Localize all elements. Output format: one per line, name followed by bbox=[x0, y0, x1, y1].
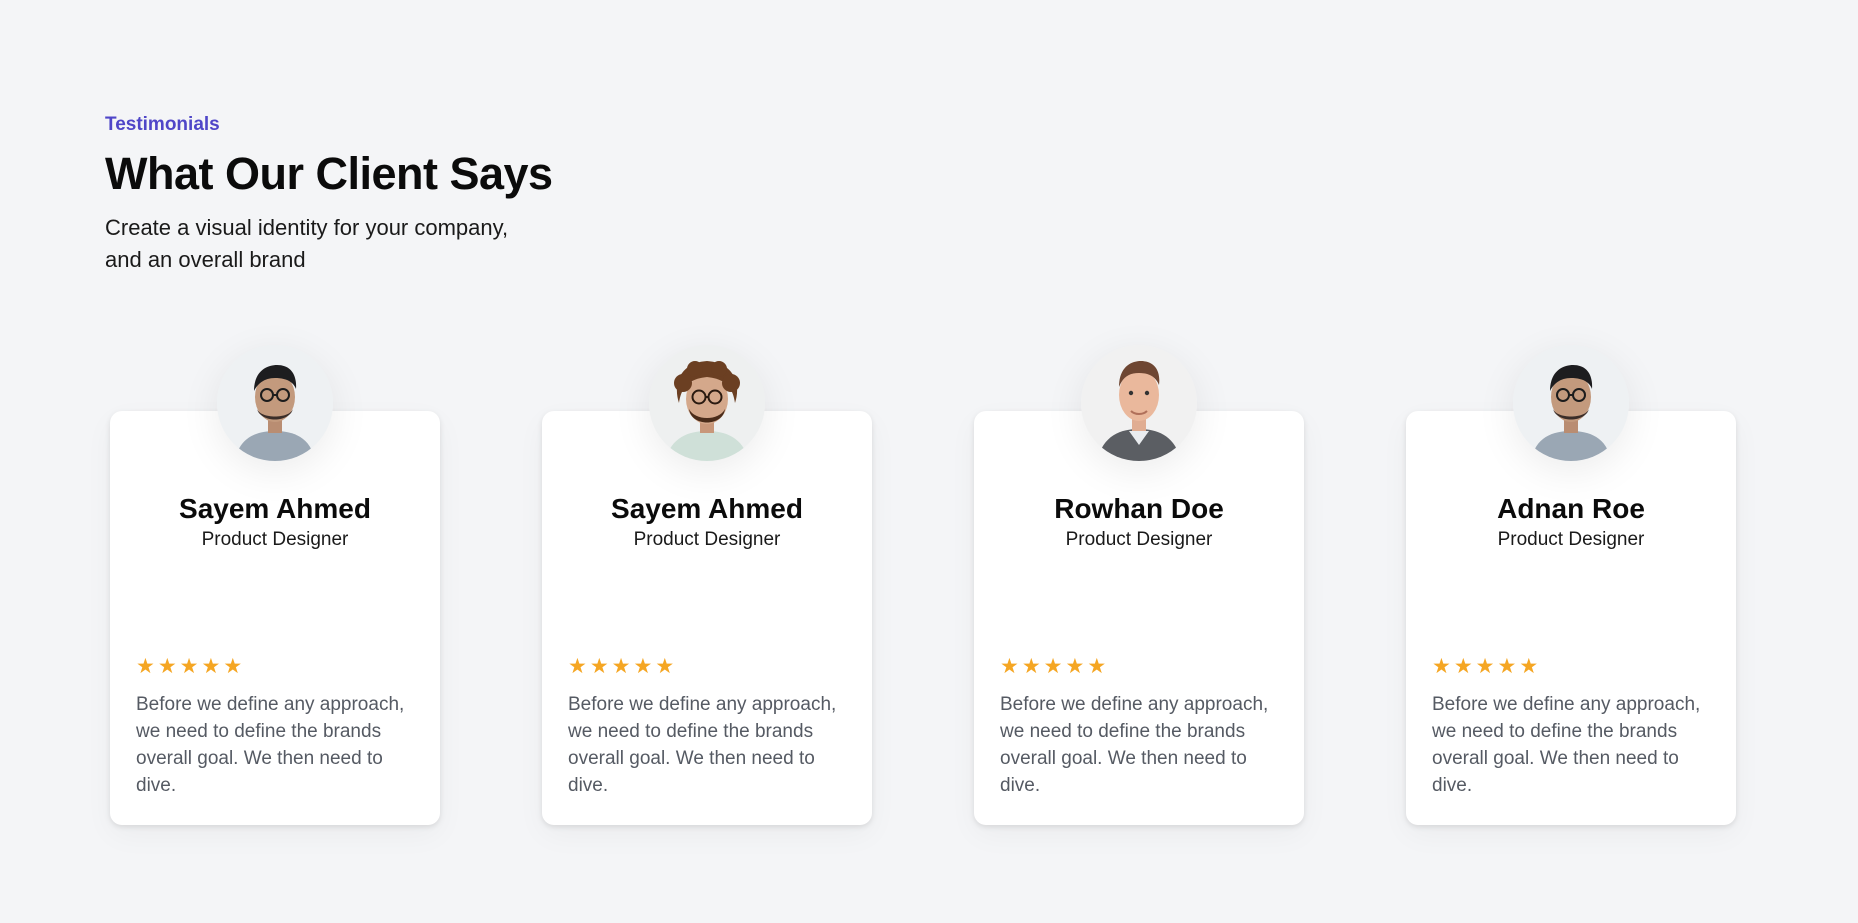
star-icon: ★ bbox=[1021, 655, 1041, 678]
testimonial-quote: Before we define any approach, we need t… bbox=[568, 694, 837, 796]
star-rating: ★ ★ ★ ★ ★ bbox=[568, 656, 674, 677]
avatar bbox=[649, 345, 765, 461]
star-icon: ★ bbox=[179, 655, 199, 678]
testimonial-quote: Before we define any approach, we need t… bbox=[1000, 694, 1269, 796]
avatar-photo-icon bbox=[649, 345, 765, 461]
star-icon: ★ bbox=[201, 655, 221, 678]
section-header: Testimonials What Our Client Says Create… bbox=[105, 114, 553, 276]
star-icon: ★ bbox=[223, 655, 243, 678]
avatar bbox=[1513, 345, 1629, 461]
avatar bbox=[1081, 345, 1197, 461]
star-rating: ★ ★ ★ ★ ★ bbox=[1000, 656, 1106, 677]
star-icon: ★ bbox=[655, 655, 675, 678]
star-icon: ★ bbox=[1497, 655, 1517, 678]
star-icon: ★ bbox=[1065, 655, 1085, 678]
testimonial-card: Sayem Ahmed Product Designer ★ ★ ★ ★ ★ B… bbox=[110, 345, 440, 825]
section-subtitle: Create a visual identity for your compan… bbox=[105, 215, 509, 272]
star-icon: ★ bbox=[157, 655, 177, 678]
star-icon: ★ bbox=[611, 655, 631, 678]
star-icon: ★ bbox=[589, 655, 609, 678]
testimonials-section: Testimonials What Our Client Says Create… bbox=[0, 0, 1858, 923]
avatar-photo-icon bbox=[1081, 345, 1197, 461]
avatar-photo-icon bbox=[1513, 345, 1629, 461]
section-title: What Our Client Says bbox=[105, 148, 553, 199]
testimonial-cards: Sayem Ahmed Product Designer ★ ★ ★ ★ ★ B… bbox=[110, 345, 1736, 825]
star-icon: ★ bbox=[1475, 655, 1495, 678]
star-icon: ★ bbox=[136, 655, 155, 678]
star-rating: ★ ★ ★ ★ ★ bbox=[136, 656, 242, 677]
star-icon: ★ bbox=[1087, 655, 1107, 678]
avatar bbox=[217, 345, 333, 461]
testimonial-quote: Before we define any approach, we need t… bbox=[136, 694, 405, 796]
testimonial-card: Sayem Ahmed Product Designer ★ ★ ★ ★ ★ B… bbox=[542, 345, 872, 825]
star-icon: ★ bbox=[1043, 655, 1063, 678]
star-icon: ★ bbox=[633, 655, 653, 678]
client-name: Rowhan Doe bbox=[1054, 493, 1224, 524]
star-icon: ★ bbox=[1432, 655, 1451, 678]
client-role: Product Designer bbox=[1497, 529, 1645, 550]
star-icon: ★ bbox=[568, 655, 587, 678]
client-role: Product Designer bbox=[201, 529, 349, 550]
testimonial-quote: Before we define any approach, we need t… bbox=[1432, 694, 1701, 796]
testimonial-card: Rowhan Doe Product Designer ★ ★ ★ ★ ★ Be… bbox=[974, 345, 1304, 825]
star-icon: ★ bbox=[1519, 655, 1539, 678]
star-rating: ★ ★ ★ ★ ★ bbox=[1432, 656, 1538, 677]
avatar-photo-icon bbox=[217, 345, 333, 461]
client-name: Sayem Ahmed bbox=[611, 493, 803, 524]
star-icon: ★ bbox=[1000, 655, 1019, 678]
section-eyebrow: Testimonials bbox=[105, 114, 220, 135]
client-role: Product Designer bbox=[1065, 529, 1213, 550]
client-role: Product Designer bbox=[633, 529, 781, 550]
star-icon: ★ bbox=[1453, 655, 1473, 678]
testimonial-card: Adnan Roe Product Designer ★ ★ ★ ★ ★ Bef… bbox=[1406, 345, 1736, 825]
client-name: Sayem Ahmed bbox=[179, 493, 371, 524]
client-name: Adnan Roe bbox=[1497, 493, 1645, 524]
